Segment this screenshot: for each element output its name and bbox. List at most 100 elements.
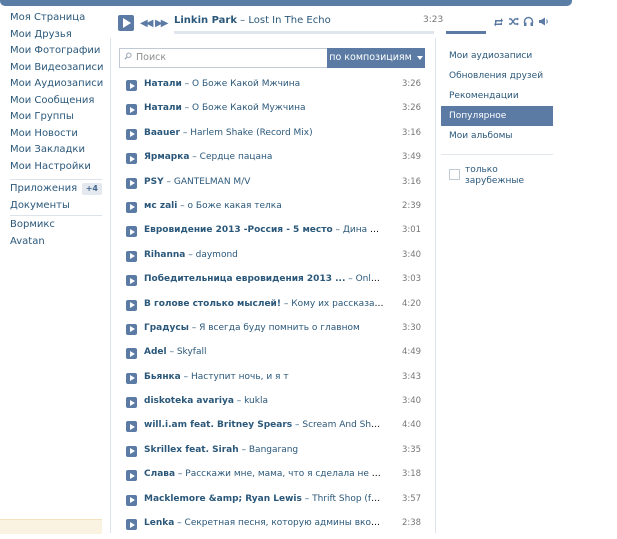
track-text[interactable]: Adel – Skyfall — [144, 347, 384, 357]
track-artist[interactable]: Натали — [144, 103, 182, 113]
sidebar-item-documents[interactable]: Документы — [0, 198, 104, 215]
track-title[interactable]: Thrift Shop (feat. Wanz) — [312, 494, 384, 504]
sidebar-ad-box[interactable] — [0, 519, 102, 534]
track-row[interactable]: Macklemore &amp; Ryan Lewis – Thrift Sho… — [111, 491, 435, 515]
track-text[interactable]: мс zali – о Боже какая телка — [144, 201, 384, 211]
shuffle-icon[interactable] — [508, 16, 519, 27]
right-nav-item[interactable]: Мои альбомы — [441, 126, 553, 146]
track-row[interactable]: Слава – Расскажи мне, мама, что я сделал… — [111, 466, 435, 490]
play-icon[interactable] — [126, 348, 137, 360]
play-icon[interactable] — [126, 153, 137, 165]
track-artist[interactable]: Градусы — [144, 323, 189, 333]
track-artist[interactable]: PSY — [144, 177, 164, 187]
track-title[interactable]: GANTELMAN M/V — [174, 177, 251, 187]
track-title[interactable]: Scream And Shout — [302, 420, 384, 430]
track-row[interactable]: Lenka – Секретная песня, которую админы … — [111, 515, 435, 539]
prev-icon[interactable]: ◀◀ — [140, 18, 153, 29]
track-title[interactable]: Дина Гарипова ... — [343, 225, 384, 235]
sort-by-songs-button[interactable]: по композициям — [327, 48, 425, 68]
play-icon[interactable] — [126, 494, 137, 506]
repeat-icon[interactable] — [493, 16, 504, 27]
track-text[interactable]: Бьянка – Наступит ночь, и я т — [144, 372, 384, 382]
track-text[interactable]: Натали – О Боже Какой Мужчина — [144, 103, 384, 113]
sidebar-item[interactable]: Мои Новости — [0, 126, 104, 143]
track-text[interactable]: Евровидение 2013 -Россия - 5 место – Дин… — [144, 225, 384, 235]
track-row[interactable]: Adel – Skyfall 4:49 — [111, 344, 435, 368]
track-title[interactable]: Harlem Shake (Record Mix) — [190, 128, 312, 138]
track-title[interactable]: Bangarang — [249, 445, 298, 455]
track-text[interactable]: В голове столько мыслей! – Кому их расск… — [144, 299, 384, 309]
track-text[interactable]: Macklemore &amp; Ryan Lewis – Thrift Sho… — [144, 494, 384, 504]
search-input[interactable]: Поиск — [119, 48, 327, 68]
play-icon[interactable] — [126, 250, 137, 262]
track-text[interactable]: diskoteka avariya – kukla — [144, 396, 384, 406]
play-icon[interactable] — [126, 372, 137, 384]
track-title[interactable]: Skyfall — [177, 347, 207, 357]
track-row[interactable]: Натали – О Боже Какой Мужчина 3:26 — [111, 100, 435, 124]
track-text[interactable]: Skrillex feat. Sirah – Bangarang — [144, 445, 384, 455]
next-icon[interactable]: ▶▶ — [155, 18, 168, 29]
track-row[interactable]: В голове столько мыслей! – Кому их расск… — [111, 296, 435, 320]
track-row[interactable]: PSY – GANTELMAN M/V 3:16 — [111, 174, 435, 198]
sidebar-item[interactable]: Мои Настройки — [0, 159, 104, 176]
sidebar-app-item[interactable]: Вормикс — [0, 217, 104, 234]
sidebar-item[interactable]: Мои Группы — [0, 109, 104, 126]
track-title[interactable]: О Боже Какой Мжчина — [192, 79, 300, 89]
track-text[interactable]: Слава – Расскажи мне, мама, что я сделал… — [144, 469, 384, 479]
track-text[interactable]: Baauer – Harlem Shake (Record Mix) — [144, 128, 384, 138]
track-row[interactable]: will.i.am feat. Britney Spears – Scream … — [111, 417, 435, 441]
track-artist[interactable]: Baauer — [144, 128, 180, 138]
play-icon[interactable] — [126, 519, 137, 531]
sidebar-item[interactable]: Мои Аудиозаписи — [0, 76, 104, 93]
broadcast-icon[interactable] — [538, 16, 549, 27]
track-title[interactable]: Расскажи мне, мама, что я сделала не так… — [185, 469, 384, 479]
track-title[interactable]: Сердце пацана — [200, 152, 273, 162]
track-title[interactable]: Кому их рассказать?! — [291, 299, 384, 309]
foreign-only-checkbox-row[interactable]: только зарубежные — [441, 165, 553, 191]
foreign-only-label[interactable]: только зарубежные — [465, 165, 545, 187]
play-icon[interactable] — [126, 104, 137, 116]
track-artist[interactable]: Ярмарка — [144, 152, 189, 162]
sidebar-item[interactable]: Мои Закладки — [0, 142, 104, 159]
track-artist[interactable]: Macklemore &amp; Ryan Lewis — [144, 494, 302, 504]
play-icon[interactable] — [118, 15, 134, 31]
play-icon[interactable] — [126, 128, 137, 140]
track-row[interactable]: Натали – О Боже Какой Мжчина 3:26 — [111, 76, 435, 100]
track-artist[interactable]: Победительница евровидения 2013 ... — [144, 274, 345, 284]
track-title[interactable]: Only Teardrops — [356, 274, 384, 284]
track-row[interactable]: Rihanna – daymond 3:40 — [111, 247, 435, 271]
track-text[interactable]: Rihanna – daymond — [144, 250, 384, 260]
track-row[interactable]: Baauer – Harlem Shake (Record Mix) 3:16 — [111, 125, 435, 149]
track-artist[interactable]: diskoteka avariya — [144, 396, 234, 406]
apps-count-badge[interactable]: +4 — [81, 183, 102, 195]
track-row[interactable]: Ярмарка – Сердце пацана 3:49 — [111, 149, 435, 173]
track-title[interactable]: Наступит ночь, и я т — [191, 372, 289, 382]
play-icon[interactable] — [126, 421, 137, 433]
track-text[interactable]: Lenka – Секретная песня, которую админы … — [144, 518, 384, 528]
track-text[interactable]: Ярмарка – Сердце пацана — [144, 152, 384, 162]
right-nav-item[interactable]: Популярное — [441, 106, 553, 126]
track-artist[interactable]: will.i.am feat. Britney Spears — [144, 420, 292, 430]
foreign-only-checkbox[interactable] — [449, 169, 460, 180]
track-artist[interactable]: Rihanna — [144, 250, 185, 260]
play-icon[interactable] — [126, 470, 137, 482]
play-icon[interactable] — [126, 323, 137, 335]
track-row[interactable]: Градусы – Я всегда буду помнить о главно… — [111, 320, 435, 344]
play-icon[interactable] — [126, 275, 137, 287]
now-playing[interactable]: Linkin Park – Lost In The Echo — [174, 15, 331, 26]
track-title[interactable]: О Боже Какой Мужчина — [192, 103, 305, 113]
track-row[interactable]: мс zali – о Боже какая телка 2:39 — [111, 198, 435, 222]
headphones-icon[interactable] — [523, 16, 534, 27]
progress-bar[interactable] — [174, 31, 434, 34]
sidebar-item[interactable]: Мои Сообщения — [0, 93, 104, 110]
right-nav-item[interactable]: Обновления друзей — [441, 66, 553, 86]
play-icon[interactable] — [126, 445, 137, 457]
track-row[interactable]: diskoteka avariya – kukla 3:40 — [111, 393, 435, 417]
track-artist[interactable]: Слава — [144, 469, 175, 479]
play-icon[interactable] — [126, 201, 137, 213]
track-artist[interactable]: Adel — [144, 347, 167, 357]
play-icon[interactable] — [126, 226, 137, 238]
track-text[interactable]: PSY – GANTELMAN M/V — [144, 177, 384, 187]
play-icon[interactable] — [126, 177, 137, 189]
track-artist[interactable]: Бьянка — [144, 372, 181, 382]
